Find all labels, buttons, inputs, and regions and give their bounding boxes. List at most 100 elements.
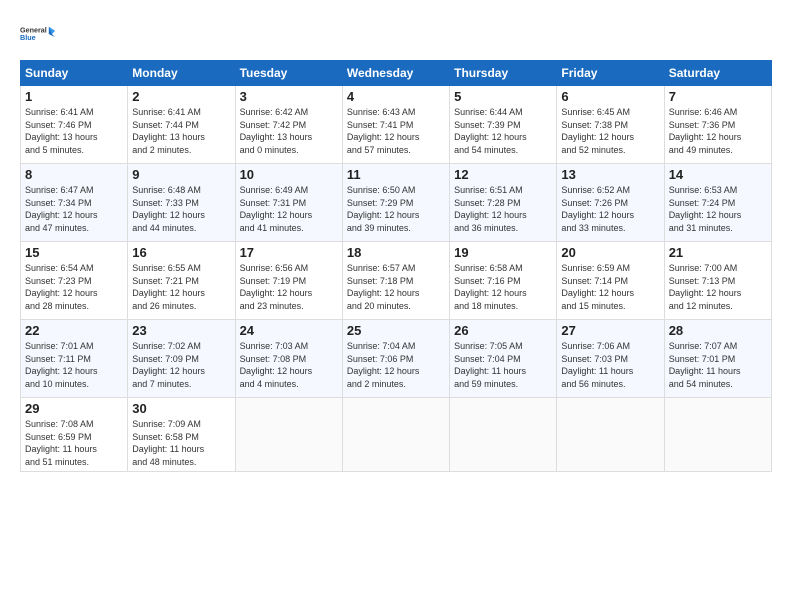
calendar-cell: 3 Sunrise: 6:42 AM Sunset: 7:42 PM Daylig… [235,86,342,164]
calendar-cell: 23 Sunrise: 7:02 AM Sunset: 7:09 PM Dayli… [128,320,235,398]
day-number: 14 [669,167,767,182]
calendar-cell: 29 Sunrise: 7:08 AM Sunset: 6:59 PM Dayli… [21,398,128,472]
day-info: Sunrise: 6:43 AM Sunset: 7:41 PM Dayligh… [347,106,445,156]
logo: GeneralBlue [20,16,56,52]
day-info: Sunrise: 7:01 AM Sunset: 7:11 PM Dayligh… [25,340,123,390]
day-number: 11 [347,167,445,182]
calendar-cell: 17 Sunrise: 6:56 AM Sunset: 7:19 PM Dayli… [235,242,342,320]
day-info: Sunrise: 7:09 AM Sunset: 6:58 PM Dayligh… [132,418,230,468]
calendar-cell: 21 Sunrise: 7:00 AM Sunset: 7:13 PM Dayli… [664,242,771,320]
day-number: 9 [132,167,230,182]
day-header-thursday: Thursday [450,61,557,86]
day-number: 26 [454,323,552,338]
calendar-cell [664,398,771,472]
day-number: 18 [347,245,445,260]
day-number: 20 [561,245,659,260]
calendar-cell: 25Sunrise: 7:04 AM Sunset: 7:06 PM Dayli… [342,320,449,398]
calendar-cell: 1 Sunrise: 6:41 AM Sunset: 7:46 PM Daylig… [21,86,128,164]
calendar-cell [557,398,664,472]
page-header: GeneralBlue [20,16,772,52]
day-info: Sunrise: 6:55 AM Sunset: 7:21 PM Dayligh… [132,262,230,312]
day-number: 13 [561,167,659,182]
calendar-cell: 12 Sunrise: 6:51 AM Sunset: 7:28 PM Dayli… [450,164,557,242]
calendar-cell: 5 Sunrise: 6:44 AM Sunset: 7:39 PM Daylig… [450,86,557,164]
day-info: Sunrise: 7:03 AM Sunset: 7:08 PM Dayligh… [240,340,338,390]
day-number: 30 [132,401,230,416]
day-number: 25 [347,323,445,338]
day-info: Sunrise: 7:00 AM Sunset: 7:13 PM Dayligh… [669,262,767,312]
day-number: 29 [25,401,123,416]
day-info: Sunrise: 7:08 AM Sunset: 6:59 PM Dayligh… [25,418,123,468]
day-number: 6 [561,89,659,104]
day-info: Sunrise: 7:02 AM Sunset: 7:09 PM Dayligh… [132,340,230,390]
day-number: 5 [454,89,552,104]
day-header-monday: Monday [128,61,235,86]
day-info: Sunrise: 6:45 AM Sunset: 7:38 PM Dayligh… [561,106,659,156]
day-info: Sunrise: 6:41 AM Sunset: 7:46 PM Dayligh… [25,106,123,156]
svg-text:Blue: Blue [20,33,36,42]
day-header-wednesday: Wednesday [342,61,449,86]
logo-icon: GeneralBlue [20,16,56,52]
day-info: Sunrise: 6:48 AM Sunset: 7:33 PM Dayligh… [132,184,230,234]
day-number: 21 [669,245,767,260]
day-number: 2 [132,89,230,104]
day-number: 15 [25,245,123,260]
day-number: 10 [240,167,338,182]
calendar-cell: 10Sunrise: 6:49 AM Sunset: 7:31 PM Dayli… [235,164,342,242]
calendar-cell: 11 Sunrise: 6:50 AM Sunset: 7:29 PM Dayli… [342,164,449,242]
day-info: Sunrise: 6:42 AM Sunset: 7:42 PM Dayligh… [240,106,338,156]
calendar-cell: 28Sunrise: 7:07 AM Sunset: 7:01 PM Dayli… [664,320,771,398]
calendar-cell: 7Sunrise: 6:46 AM Sunset: 7:36 PM Daylig… [664,86,771,164]
day-info: Sunrise: 7:06 AM Sunset: 7:03 PM Dayligh… [561,340,659,390]
calendar-cell: 18Sunrise: 6:57 AM Sunset: 7:18 PM Dayli… [342,242,449,320]
calendar-cell: 9 Sunrise: 6:48 AM Sunset: 7:33 PM Daylig… [128,164,235,242]
day-info: Sunrise: 6:53 AM Sunset: 7:24 PM Dayligh… [669,184,767,234]
day-info: Sunrise: 6:44 AM Sunset: 7:39 PM Dayligh… [454,106,552,156]
day-number: 27 [561,323,659,338]
calendar-cell: 30 Sunrise: 7:09 AM Sunset: 6:58 PM Dayli… [128,398,235,472]
day-number: 7 [669,89,767,104]
week-row-5: 29 Sunrise: 7:08 AM Sunset: 6:59 PM Dayli… [21,398,772,472]
day-number: 12 [454,167,552,182]
day-number: 19 [454,245,552,260]
calendar-cell: 13 Sunrise: 6:52 AM Sunset: 7:26 PM Dayli… [557,164,664,242]
day-info: Sunrise: 6:56 AM Sunset: 7:19 PM Dayligh… [240,262,338,312]
calendar-cell: 27 Sunrise: 7:06 AM Sunset: 7:03 PM Dayli… [557,320,664,398]
week-row-2: 8 Sunrise: 6:47 AM Sunset: 7:34 PM Daylig… [21,164,772,242]
day-number: 17 [240,245,338,260]
day-info: Sunrise: 7:05 AM Sunset: 7:04 PM Dayligh… [454,340,552,390]
day-number: 4 [347,89,445,104]
day-info: Sunrise: 6:54 AM Sunset: 7:23 PM Dayligh… [25,262,123,312]
day-number: 16 [132,245,230,260]
calendar-cell: 2 Sunrise: 6:41 AM Sunset: 7:44 PM Daylig… [128,86,235,164]
calendar-cell: 26 Sunrise: 7:05 AM Sunset: 7:04 PM Dayli… [450,320,557,398]
calendar-cell: 22 Sunrise: 7:01 AM Sunset: 7:11 PM Dayli… [21,320,128,398]
day-header-saturday: Saturday [664,61,771,86]
day-number: 1 [25,89,123,104]
day-number: 23 [132,323,230,338]
calendar-cell: 14 Sunrise: 6:53 AM Sunset: 7:24 PM Dayli… [664,164,771,242]
day-number: 8 [25,167,123,182]
calendar-cell: 19 Sunrise: 6:58 AM Sunset: 7:16 PM Dayli… [450,242,557,320]
day-number: 22 [25,323,123,338]
day-info: Sunrise: 6:41 AM Sunset: 7:44 PM Dayligh… [132,106,230,156]
day-header-friday: Friday [557,61,664,86]
day-info: Sunrise: 6:50 AM Sunset: 7:29 PM Dayligh… [347,184,445,234]
calendar-cell: 20Sunrise: 6:59 AM Sunset: 7:14 PM Dayli… [557,242,664,320]
calendar-cell: 15 Sunrise: 6:54 AM Sunset: 7:23 PM Dayli… [21,242,128,320]
day-header-tuesday: Tuesday [235,61,342,86]
week-row-4: 22 Sunrise: 7:01 AM Sunset: 7:11 PM Dayli… [21,320,772,398]
day-header-sunday: Sunday [21,61,128,86]
day-info: Sunrise: 6:47 AM Sunset: 7:34 PM Dayligh… [25,184,123,234]
day-info: Sunrise: 6:51 AM Sunset: 7:28 PM Dayligh… [454,184,552,234]
day-info: Sunrise: 6:58 AM Sunset: 7:16 PM Dayligh… [454,262,552,312]
day-info: Sunrise: 7:07 AM Sunset: 7:01 PM Dayligh… [669,340,767,390]
calendar-cell: 16 Sunrise: 6:55 AM Sunset: 7:21 PM Dayli… [128,242,235,320]
week-row-1: 1 Sunrise: 6:41 AM Sunset: 7:46 PM Daylig… [21,86,772,164]
calendar-cell: 4 Sunrise: 6:43 AM Sunset: 7:41 PM Daylig… [342,86,449,164]
day-info: Sunrise: 6:52 AM Sunset: 7:26 PM Dayligh… [561,184,659,234]
calendar-page: GeneralBlue SundayMondayTuesdayWednesday… [0,0,792,612]
calendar-cell [450,398,557,472]
day-number: 3 [240,89,338,104]
calendar-cell: 6 Sunrise: 6:45 AM Sunset: 7:38 PM Daylig… [557,86,664,164]
